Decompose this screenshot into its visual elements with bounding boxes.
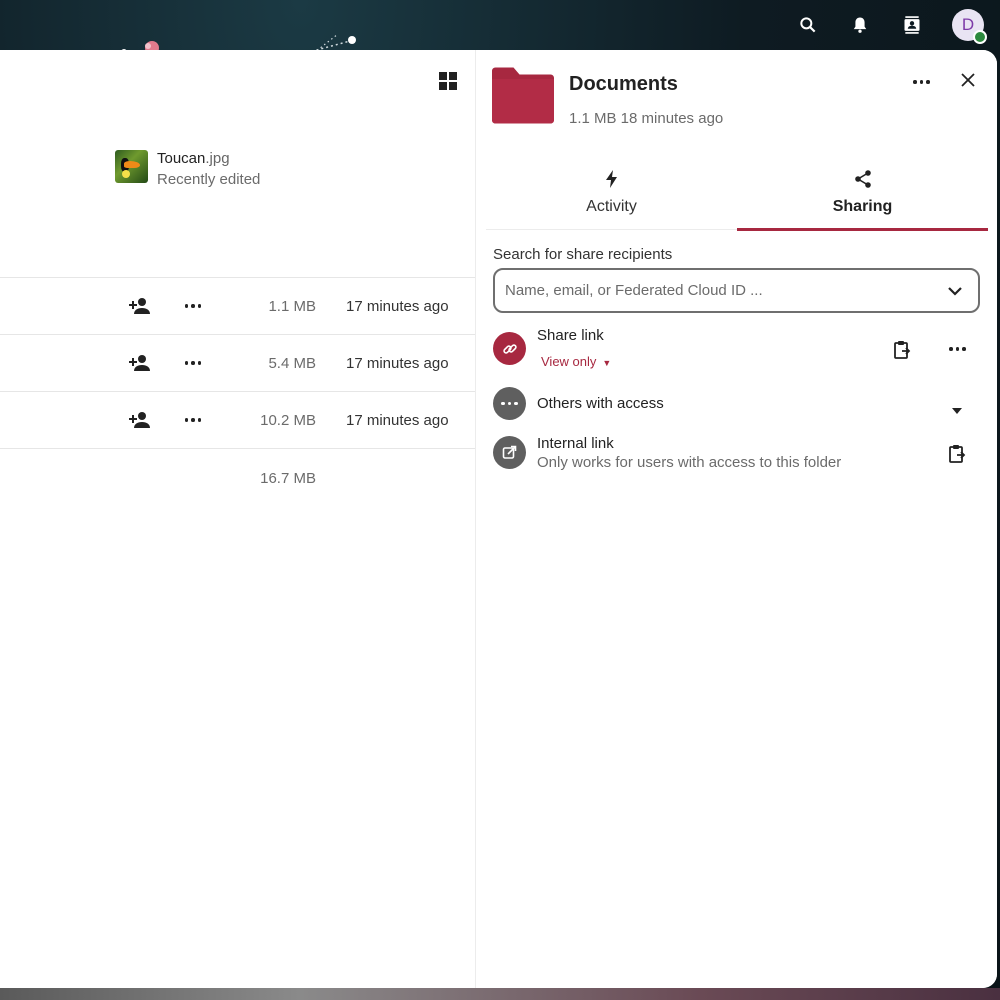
file-list: Toucan.jpg Recently edited 1.1 MB 17 min… xyxy=(0,50,475,988)
tab-sharing-label: Sharing xyxy=(832,198,893,215)
activity-bolt-icon xyxy=(602,169,622,189)
others-with-access-item[interactable]: Others with access xyxy=(493,387,983,427)
caret-down-icon: ▼ xyxy=(602,358,612,368)
tab-activity[interactable]: Activity xyxy=(486,165,737,230)
copy-to-clipboard-icon[interactable] xyxy=(893,340,911,360)
internal-link-title: Internal link xyxy=(537,435,614,452)
external-link-icon xyxy=(493,436,526,469)
avatar-initial: D xyxy=(961,15,975,34)
user-avatar[interactable]: D xyxy=(952,9,987,44)
table-row[interactable]: 1.1 MB 17 minutes ago xyxy=(0,277,475,334)
recent-file-subtitle: Recently edited xyxy=(157,171,261,188)
file-rows: 1.1 MB 17 minutes ago 5.4 MB 17 minutes … xyxy=(0,277,475,506)
search-icon[interactable] xyxy=(796,13,820,37)
share-link-item: Share link View only ▼ xyxy=(493,327,983,372)
sidebar-tabs: Activity Sharing xyxy=(486,165,988,231)
internal-link-item: Internal link Only works for users with … xyxy=(493,435,983,476)
file-size: 1.1 MB xyxy=(268,297,316,315)
sidebar-title: Documents xyxy=(569,73,678,95)
more-actions-icon[interactable] xyxy=(184,297,202,315)
table-row[interactable]: 10.2 MB 17 minutes ago xyxy=(0,391,475,448)
share-permission-dropdown[interactable]: View only ▼ xyxy=(541,354,611,369)
file-modified: 17 minutes ago xyxy=(346,297,449,315)
internal-link-subtitle: Only works for users with access to this… xyxy=(537,454,842,471)
folder-icon xyxy=(490,67,556,124)
header-actions: D xyxy=(780,0,1000,50)
file-modified: 17 minutes ago xyxy=(346,354,449,372)
online-status-dot xyxy=(973,30,987,44)
others-with-access-title: Others with access xyxy=(537,395,664,412)
link-icon xyxy=(493,332,526,365)
toucan-thumbnail xyxy=(115,150,148,183)
search-label: Search for share recipients xyxy=(493,246,673,263)
contacts-icon[interactable] xyxy=(900,13,924,37)
recent-file-name: Toucan.jpg xyxy=(157,150,230,167)
share-icon xyxy=(853,169,873,189)
share-user-add-icon[interactable] xyxy=(129,354,151,372)
files-app: Toucan.jpg Recently edited 1.1 MB 17 min… xyxy=(0,50,997,988)
share-user-add-icon[interactable] xyxy=(129,297,151,315)
sidebar-meta: 1.1 MB 18 minutes ago xyxy=(569,110,724,127)
more-actions-icon[interactable] xyxy=(184,354,202,372)
share-search-box[interactable] xyxy=(493,268,980,313)
share-user-add-icon[interactable] xyxy=(129,411,151,429)
notifications-icon[interactable] xyxy=(848,13,872,37)
details-sidebar: Documents 1.1 MB 18 minutes ago Activity… xyxy=(475,50,997,988)
more-actions-icon[interactable] xyxy=(184,411,202,429)
sidebar-more-icon[interactable] xyxy=(913,77,931,87)
more-circle-icon xyxy=(493,387,526,420)
total-size: 16.7 MB xyxy=(260,470,316,487)
file-size: 10.2 MB xyxy=(260,411,316,429)
expand-caret-icon[interactable] xyxy=(952,401,962,414)
share-link-title: Share link xyxy=(537,327,604,344)
taskbar-strip xyxy=(0,988,1000,1000)
total-row: 16.7 MB xyxy=(0,448,475,506)
recent-file-card[interactable]: Toucan.jpg Recently edited xyxy=(115,150,260,192)
file-size: 5.4 MB xyxy=(268,354,316,372)
chevron-down-icon[interactable] xyxy=(946,282,964,300)
share-link-more-icon[interactable] xyxy=(949,347,966,351)
share-search-input[interactable] xyxy=(505,282,925,299)
tab-sharing[interactable]: Sharing xyxy=(737,165,988,231)
table-row[interactable]: 5.4 MB 17 minutes ago xyxy=(0,334,475,391)
tab-activity-label: Activity xyxy=(586,198,637,215)
grid-view-icon[interactable] xyxy=(438,71,458,91)
close-icon[interactable] xyxy=(958,70,978,90)
copy-internal-link-icon[interactable] xyxy=(948,444,966,464)
file-modified: 17 minutes ago xyxy=(346,411,449,429)
